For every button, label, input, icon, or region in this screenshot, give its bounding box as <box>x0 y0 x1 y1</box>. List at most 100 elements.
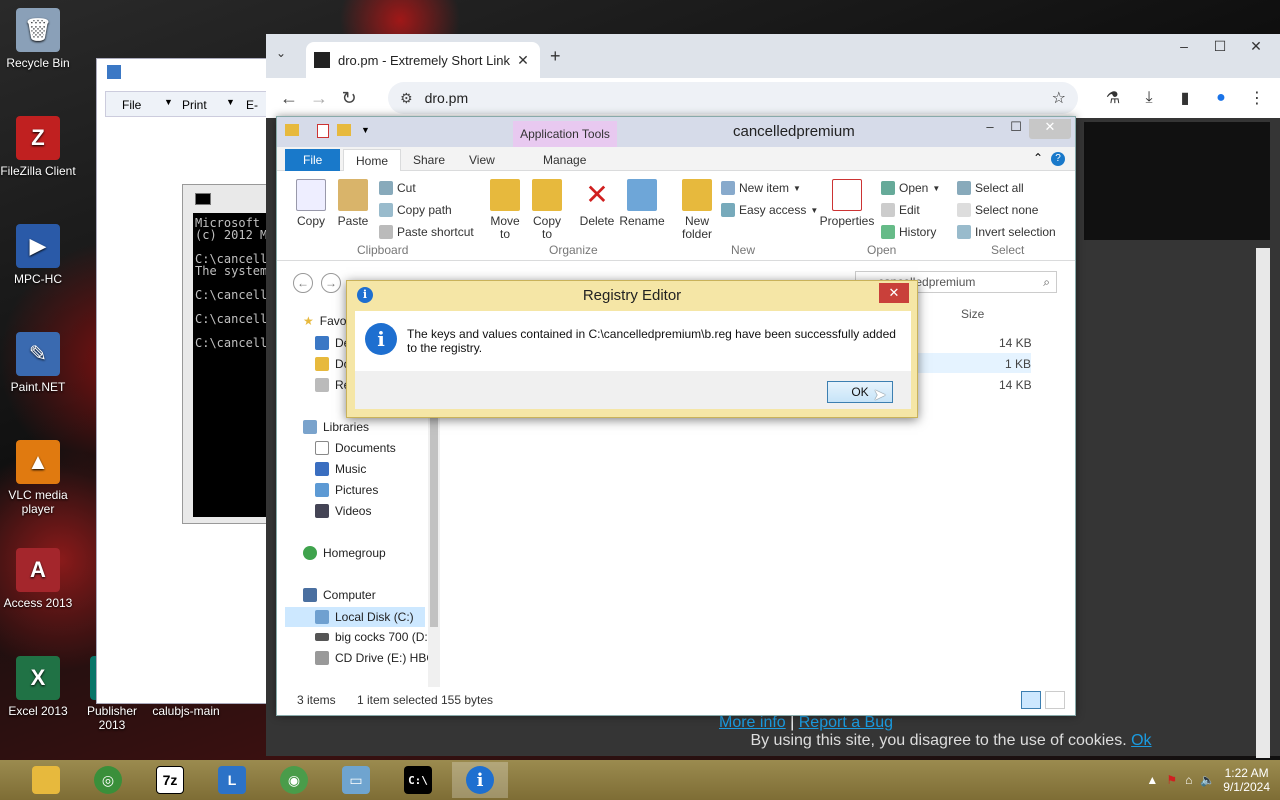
back-icon[interactable]: ← <box>274 83 304 113</box>
nav-drive-e[interactable]: CD Drive (E:) HBC <box>315 651 435 665</box>
menu-icon[interactable]: ⋮ <box>1244 83 1270 113</box>
scrollbar-thumb[interactable] <box>430 417 438 627</box>
collapse-ribbon-icon[interactable]: ⌃ <box>1033 151 1043 165</box>
tab-dro-pm[interactable]: dro.pm - Extremely Short Link ✕ <box>306 42 540 78</box>
minimize-icon[interactable]: – <box>1166 34 1202 58</box>
rename-button[interactable]: Rename <box>619 179 665 228</box>
desktop-icon-paint-net[interactable]: ✎ Paint.NET <box>0 332 76 394</box>
side-panel-icon[interactable]: ▮ <box>1172 83 1198 113</box>
nav-videos[interactable]: Videos <box>315 504 371 518</box>
desktop-icon-vlc-media-player[interactable]: ▲ VLC media player <box>0 440 76 516</box>
menu-print[interactable]: Print <box>182 98 207 112</box>
nav-favorites[interactable]: ★ Favo <box>303 314 346 328</box>
tab-share[interactable]: Share <box>401 149 457 171</box>
open-button[interactable]: Open ▼ <box>881 181 940 195</box>
properties-quick-icon[interactable] <box>317 124 329 138</box>
maximize-icon[interactable]: ☐ <box>1003 119 1029 139</box>
window-controls: – ☐ ✕ <box>1166 34 1274 58</box>
tab-manage[interactable]: Manage <box>531 149 598 171</box>
column-size[interactable]: Size <box>961 307 984 321</box>
minimize-icon[interactable]: – <box>977 119 1003 139</box>
more-info-link[interactable]: More info <box>719 714 786 731</box>
desktop-icon-mpc-hc[interactable]: ▶ MPC-HC <box>0 224 76 286</box>
copy-to-button[interactable]: Copy to <box>527 179 567 241</box>
properties-button[interactable]: Properties <box>819 179 875 228</box>
close-icon[interactable]: ✕ <box>1029 119 1071 139</box>
large-icons-view-icon[interactable] <box>1045 691 1065 709</box>
nav-drive-d[interactable]: big cocks 700 (D: <box>315 630 428 644</box>
report-bug-link[interactable]: Report a Bug <box>799 714 893 731</box>
nav-homegroup[interactable]: Homegroup <box>303 546 386 560</box>
delete-icon: ✕ <box>585 179 609 210</box>
bookmark-star-icon[interactable]: ☆ <box>1052 88 1066 108</box>
new-tab-icon[interactable]: + <box>550 46 561 67</box>
close-icon[interactable]: ✕ <box>879 283 909 303</box>
menu-email[interactable]: E- <box>246 98 258 112</box>
taskbar-file-explorer[interactable] <box>18 762 74 798</box>
music-icon <box>315 462 329 476</box>
delete-button[interactable]: ✕ Delete <box>577 179 617 228</box>
volume-icon[interactable]: 🔈 <box>1200 773 1215 787</box>
page-scrollbar[interactable] <box>1256 248 1270 758</box>
address-bar[interactable]: ⚙ dro.pm ☆ <box>388 82 1078 114</box>
nav-local-disk[interactable]: Local Disk (C:) <box>285 607 425 627</box>
invert-selection-icon <box>957 225 971 239</box>
nav-pictures[interactable]: Pictures <box>315 483 378 497</box>
tab-view[interactable]: View <box>457 149 507 171</box>
tab-file[interactable]: File <box>285 149 341 171</box>
taskbar-registry-editor[interactable]: i <box>452 762 508 798</box>
reload-icon[interactable]: ↻ <box>334 83 364 113</box>
nav-music[interactable]: Music <box>315 462 366 476</box>
edit-button[interactable]: Edit <box>881 203 920 217</box>
download-icon[interactable]: ⤓ <box>1136 83 1162 113</box>
tab-home[interactable]: Home <box>343 149 402 171</box>
tab-search-icon[interactable]: ⌄ <box>276 46 286 60</box>
cut-button[interactable]: Cut <box>379 181 416 195</box>
cookie-ok-link[interactable]: Ok <box>1131 732 1151 749</box>
paste-shortcut-label: Paste shortcut <box>397 225 474 239</box>
back-icon[interactable]: ← <box>293 273 313 293</box>
move-to-button[interactable]: Move to <box>485 179 525 241</box>
paste-button[interactable]: Paste <box>333 179 373 228</box>
paste-shortcut-button[interactable]: Paste shortcut <box>379 225 474 239</box>
close-window-icon[interactable]: ✕ <box>1238 34 1274 58</box>
help-icon[interactable]: ? <box>1051 152 1065 166</box>
desktop-icon-access-2013[interactable]: A Access 2013 <box>0 548 76 610</box>
taskbar-lync[interactable]: L <box>204 762 260 798</box>
select-none-button[interactable]: Select none <box>957 203 1038 217</box>
menu-file[interactable]: File <box>122 98 141 112</box>
site-info-icon[interactable]: ⚙ <box>400 90 413 107</box>
action-center-flag-icon[interactable]: ⚑ <box>1166 773 1177 787</box>
desktop-icon-filezilla-client[interactable]: Z FileZilla Client <box>0 116 76 178</box>
new-folder-quick-icon[interactable] <box>337 124 351 136</box>
new-item-button[interactable]: New item ▼ <box>721 181 801 195</box>
taskbar-chrome[interactable]: ◉ <box>266 762 322 798</box>
select-all-button[interactable]: Select all <box>957 181 1024 195</box>
copy-button[interactable]: Copy <box>291 179 331 228</box>
easy-access-button[interactable]: Easy access ▼ <box>721 203 818 217</box>
forward-icon[interactable]: → <box>304 83 334 113</box>
labs-icon[interactable]: ⚗ <box>1100 83 1126 113</box>
nav-documents[interactable]: Documents <box>315 441 396 455</box>
history-button[interactable]: History <box>881 225 936 239</box>
desktop-icon-excel-2013[interactable]: X Excel 2013 <box>0 656 76 718</box>
nav-computer[interactable]: Computer <box>303 588 376 602</box>
desktop-icon-recycle-bin[interactable]: 🗑 Recycle Bin <box>0 8 76 70</box>
taskbar-photos[interactable]: ▭ <box>328 762 384 798</box>
invert-selection-button[interactable]: Invert selection <box>957 225 1056 239</box>
close-tab-icon[interactable]: ✕ <box>514 52 532 69</box>
taskbar-browser[interactable]: ◎ <box>80 762 136 798</box>
clock[interactable]: 1:22 AM 9/1/2024 <box>1223 766 1270 794</box>
taskbar-cmd[interactable]: C:\ <box>390 762 446 798</box>
nav-libraries[interactable]: Libraries <box>303 420 369 434</box>
network-icon[interactable]: ⌂ <box>1185 773 1192 787</box>
maximize-icon[interactable]: ☐ <box>1202 34 1238 58</box>
tray-overflow-icon[interactable]: ▲ <box>1146 773 1158 787</box>
copy-path-button[interactable]: Copy path <box>379 203 452 217</box>
quick-access-dropdown-icon[interactable]: ▼ <box>361 125 370 135</box>
profile-icon[interactable]: ● <box>1208 83 1234 113</box>
forward-icon[interactable]: → <box>321 273 341 293</box>
details-view-icon[interactable] <box>1021 691 1041 709</box>
new-folder-button[interactable]: New folder <box>675 179 719 241</box>
taskbar-7zip[interactable]: 7z <box>142 762 198 798</box>
